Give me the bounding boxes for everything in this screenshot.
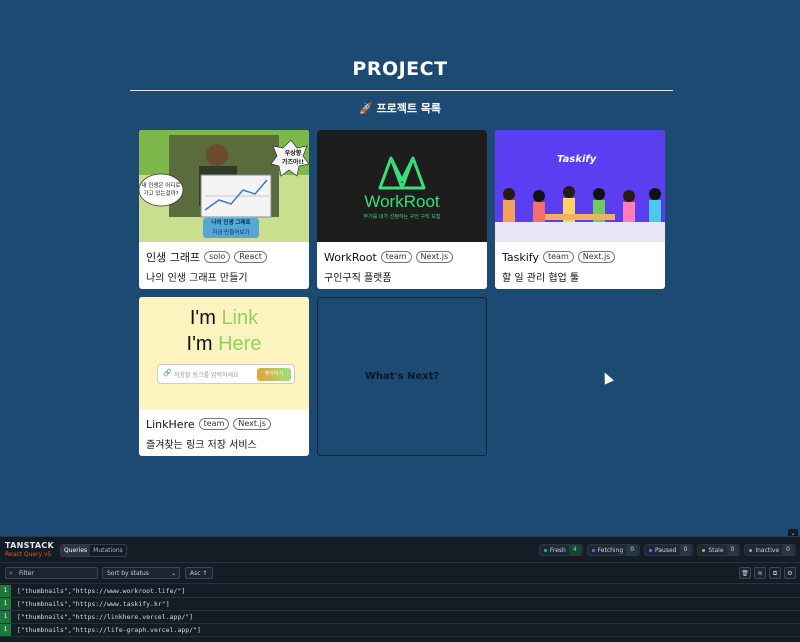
project-card-next[interactable]: What's Next? [317, 297, 487, 456]
project-card-workroot[interactable]: WorkRoot 무기를 내가 선정하는 구인 구직 모집 WorkRoot t… [317, 130, 487, 289]
status-dot-icon [591, 548, 595, 552]
sort-order-button[interactable]: Asc ↑ [185, 567, 213, 579]
project-tag: React [234, 251, 267, 263]
devtools-tabs: Queries Mutations [60, 544, 127, 557]
project-tag: team [198, 418, 230, 430]
project-card-linkhere[interactable]: I'm Link I'm Here 🔗 저장할 링크를 입력하세요 추가하기 L… [139, 297, 309, 456]
page-title: PROJECT [352, 58, 448, 80]
linkhere-headline-2: I'm Here [186, 333, 262, 355]
external-window-icon[interactable]: ⧉ [769, 567, 781, 579]
status-dot-icon [749, 548, 753, 552]
workroot-thumbnail: WorkRoot 무기를 내가 선정하는 구인 구직 모집 [317, 130, 487, 242]
filter-input[interactable]: ⌕ Filter [5, 567, 98, 579]
next-card-label: What's Next? [364, 371, 440, 382]
chevron-down-icon: ⌄ [170, 570, 176, 577]
sort-select[interactable]: Sort by status ⌄ [102, 567, 180, 579]
project-name: 인생 그래프 [146, 251, 201, 264]
life-graph-bubble-top: 우상향 가즈아!! [281, 150, 305, 166]
devtools-logo-subtitle: React Query v5 [5, 551, 52, 558]
gear-icon[interactable]: ⚙ [784, 567, 796, 579]
project-card-life-graph[interactable]: 우상향 가즈아!! 내 인생은 어디로 가고 있는걸까? 나의 인생 그래프 지… [139, 130, 309, 289]
tab-queries[interactable]: Queries [61, 545, 91, 556]
status-badge-paused[interactable]: Paused 0 [644, 544, 694, 556]
query-row[interactable]: 1 ["thumbnails","https://www.workroot.li… [0, 585, 800, 598]
project-tag: team [380, 251, 412, 263]
status-badge-inactive[interactable]: Inactive 0 [744, 544, 796, 556]
linkhere-input-mock: 🔗 저장할 링크를 입력하세요 추가하기 [157, 364, 295, 384]
trash-icon[interactable]: 🗑 [739, 567, 751, 579]
taskify-thumbnail: Taskify [495, 130, 665, 242]
life-graph-bubble-left: 내 인생은 어디로 가고 있는걸까? [141, 183, 181, 197]
life-graph-thumbnail: 우상향 가즈아!! 내 인생은 어디로 가고 있는걸까? 나의 인생 그래프 지… [139, 130, 309, 242]
wifi-icon[interactable]: ≋ [754, 567, 766, 579]
project-tag: Next.js [415, 251, 454, 263]
taskify-logo-text: Taskify [557, 154, 597, 165]
search-icon: ⌕ [9, 569, 13, 577]
observer-count: 1 [0, 611, 11, 623]
status-badge-fresh[interactable]: Fresh 4 [538, 544, 583, 556]
devtools-logo-title[interactable]: TANSTACK [5, 541, 54, 550]
status-badge-stale[interactable]: Stale 0 [697, 544, 741, 556]
status-dot-icon [702, 548, 706, 552]
status-badge-fetching[interactable]: Fetching 0 [586, 544, 641, 556]
query-row[interactable]: 1 ["thumbnails","https://life-graph.verc… [0, 624, 800, 637]
workroot-tagline: 무기를 내가 선정하는 구인 구직 모집 [363, 214, 441, 220]
project-tag: team [543, 251, 574, 263]
project-name: WorkRoot [324, 250, 377, 264]
query-row[interactable]: 1 ["thumbnails","https://www.taskify.kr"… [0, 598, 800, 611]
project-tag: Next.js [233, 418, 271, 430]
project-description: 구인구직 플랫폼 [324, 273, 392, 284]
status-dot-icon [649, 548, 653, 552]
status-badges: Fresh 4 Fetching 0 Paused 0 Stale 0 Inac… [538, 544, 796, 556]
observer-count: 1 [0, 624, 11, 636]
project-name: Taskify [502, 250, 539, 264]
query-key: ["thumbnails","https://www.workroot.life… [17, 587, 186, 595]
tab-mutations[interactable]: Mutations [90, 545, 126, 556]
query-key: ["thumbnails","https://www.taskify.kr"] [17, 600, 170, 608]
query-list: 1 ["thumbnails","https://www.workroot.li… [0, 585, 800, 637]
link-icon: 🔗 [163, 369, 172, 377]
linkhere-thumbnail: I'm Link I'm Here 🔗 저장할 링크를 입력하세요 추가하기 [139, 297, 309, 409]
title-divider [130, 90, 673, 91]
workroot-logo-text: WorkRoot [364, 192, 440, 211]
observer-count: 1 [0, 585, 11, 597]
project-name: LinkHere [146, 417, 195, 431]
project-description: 할 일 관리 협업 툴 [502, 273, 580, 284]
project-description: 나의 인생 그래프 만들기 [146, 273, 248, 284]
project-description: 즐겨찾는 링크 저장 서비스 [146, 440, 257, 451]
query-key: ["thumbnails","https://linkhere.vercel.a… [17, 613, 194, 621]
page-subtitle: 🚀 프로젝트 목록 [358, 102, 442, 115]
observer-count: 1 [0, 598, 11, 610]
main-page: PROJECT 🚀 프로젝트 목록 우상향 가즈아!! 내 인생은 어디로 가고… [0, 0, 800, 536]
life-graph-caption-1: 나의 인생 그래프 [211, 220, 251, 226]
query-row[interactable]: 1 ["thumbnails","https://linkhere.vercel… [0, 611, 800, 624]
project-card-taskify[interactable]: Taskify Taskify team Next.js 할 일 관리 협업 툴 [495, 130, 665, 289]
project-tag: Next.js [577, 251, 616, 263]
life-graph-caption-2: 지금 만들어보기 [212, 230, 250, 236]
query-key: ["thumbnails","https://life-graph.vercel… [17, 626, 201, 634]
status-dot-icon [543, 548, 547, 552]
react-query-devtools: TANSTACK React Query v5 Queries Mutation… [0, 536, 800, 642]
project-tag: solo [204, 251, 231, 263]
linkhere-headline-1: I'm Link [189, 307, 259, 329]
